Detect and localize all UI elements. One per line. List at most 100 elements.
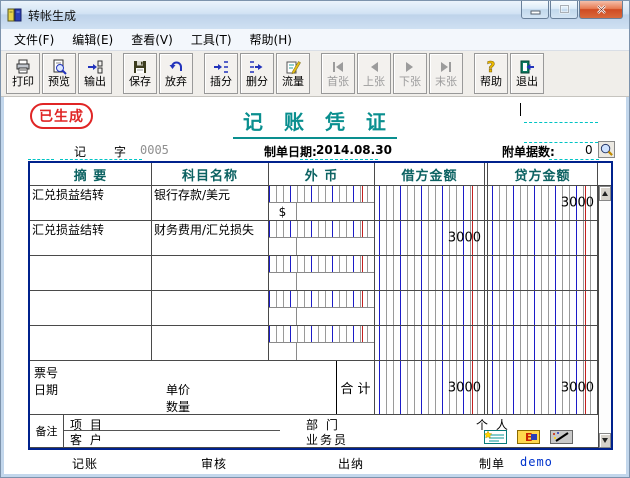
input-field-line[interactable]	[60, 159, 142, 160]
currency-symbol[interactable]	[269, 308, 297, 325]
account-cell[interactable]	[152, 326, 269, 360]
remarks-label: 备注	[30, 415, 64, 447]
exchange-rate-cell[interactable]	[297, 203, 374, 220]
foreign-currency-cell[interactable]: $	[269, 186, 375, 220]
export-label: 输出	[84, 75, 106, 88]
credit-cell[interactable]	[488, 221, 598, 255]
debit-cell[interactable]	[375, 186, 485, 220]
quantity-label: 数量	[166, 398, 190, 415]
voucher-number[interactable]: 0005	[140, 143, 169, 157]
exchange-rate-cell[interactable]	[297, 343, 374, 360]
exit-icon	[519, 59, 535, 75]
insert-split-button[interactable]: 插分	[204, 53, 238, 94]
foreign-currency-cell[interactable]	[269, 256, 375, 290]
input-field-line[interactable]	[300, 159, 378, 160]
export-button[interactable]: 输出	[78, 53, 112, 94]
account-cell[interactable]	[152, 256, 269, 290]
first-voucher-button[interactable]: 首张	[321, 53, 355, 94]
voucher-client-area: 已生成 记 账 凭 证 记 字 0005 制单日期: 2014.08.30 附单…	[4, 97, 626, 474]
fx-amount-grid[interactable]	[269, 186, 374, 203]
exchange-rate-cell[interactable]	[297, 238, 374, 255]
arrow-up-icon	[602, 191, 608, 196]
scroll-down-button[interactable]	[599, 433, 611, 448]
signature-row: 记账 审核 出纳 制单 demo	[4, 455, 626, 471]
voucher-date[interactable]: 2014.08.30	[316, 143, 392, 157]
debit-cell[interactable]	[375, 326, 485, 360]
print-button[interactable]: 打印	[6, 53, 40, 94]
input-field-line[interactable]	[524, 122, 598, 123]
menu-view[interactable]: 查看(V)	[122, 29, 182, 50]
currency-symbol[interactable]	[269, 238, 297, 255]
summary-cell[interactable]	[30, 326, 152, 360]
preview-label: 预览	[48, 75, 70, 88]
total-credit-amount: 3000	[561, 380, 594, 395]
svg-text:?: ?	[487, 59, 496, 75]
preview-button[interactable]: 预览	[42, 53, 76, 94]
menu-edit[interactable]: 编辑(E)	[63, 29, 122, 50]
salesman-label[interactable]: 业务员	[306, 431, 348, 448]
summary-cell[interactable]	[30, 256, 152, 290]
menu-file[interactable]: 文件(F)	[5, 29, 63, 50]
exit-button[interactable]: 退出	[510, 53, 544, 94]
foreign-currency-cell[interactable]	[269, 221, 375, 255]
input-field-line[interactable]	[549, 159, 599, 160]
remarks-row: 备注 项 目 客 户 部 门 业务员 个 人 E	[30, 415, 611, 448]
debit-amount: 3000	[448, 231, 481, 246]
account-cell[interactable]	[152, 291, 269, 325]
flow-label: 流量	[282, 75, 304, 88]
flow-button[interactable]: 流量	[276, 53, 310, 94]
prev-voucher-button[interactable]: 上张	[357, 53, 391, 94]
first-label: 首张	[327, 75, 349, 88]
attachments-count[interactable]: 0	[585, 143, 593, 157]
account-cell[interactable]: 财务费用/汇兑损失	[152, 221, 269, 255]
fx-amount-grid[interactable]	[269, 221, 374, 238]
insert-split-label: 插分	[210, 75, 232, 88]
summary-cell[interactable]	[30, 291, 152, 325]
credit-cell[interactable]	[488, 291, 598, 325]
input-field-line[interactable]	[28, 159, 54, 160]
currency-symbol[interactable]	[269, 343, 297, 360]
credit-cell[interactable]: 3000	[488, 186, 598, 220]
text-caret	[520, 103, 521, 116]
remarks-tool-icons: E	[484, 430, 573, 444]
header-foreign-currency: 外 币	[269, 163, 375, 185]
debit-cell[interactable]: 3000	[375, 221, 485, 255]
help-button[interactable]: ? 帮助	[474, 53, 508, 94]
save-button[interactable]: 保存	[123, 53, 157, 94]
last-voucher-button[interactable]: 末张	[429, 53, 463, 94]
wand-button[interactable]	[550, 430, 573, 444]
fx-amount-grid[interactable]	[269, 256, 374, 273]
maximize-button[interactable]	[550, 1, 578, 19]
fx-amount-grid[interactable]	[269, 291, 374, 308]
currency-symbol[interactable]	[269, 273, 297, 290]
exchange-rate-cell[interactable]	[297, 308, 374, 325]
titlebar[interactable]: 转帐生成	[1, 1, 629, 29]
foreign-currency-cell[interactable]	[269, 291, 375, 325]
attachments-lookup-button[interactable]	[598, 141, 615, 158]
scroll-up-button[interactable]	[599, 186, 611, 201]
summary-cell[interactable]: 汇兑损益结转	[30, 186, 152, 220]
email-button[interactable]: E	[517, 430, 540, 444]
close-button[interactable]	[579, 1, 623, 19]
debit-cell[interactable]	[375, 256, 485, 290]
credit-cell[interactable]	[488, 326, 598, 360]
debit-cell[interactable]	[375, 291, 485, 325]
memo-button[interactable]	[484, 430, 507, 444]
fx-amount-grid[interactable]	[269, 326, 374, 343]
menu-help[interactable]: 帮助(H)	[241, 29, 301, 50]
delete-split-button[interactable]: 删分	[240, 53, 274, 94]
minimize-button[interactable]	[521, 1, 549, 19]
summary-cell[interactable]: 汇兑损益结转	[30, 221, 152, 255]
foreign-currency-cell[interactable]	[269, 326, 375, 360]
totals-row: 票号 日期 单价 数量 合 计 3000 3000	[30, 361, 611, 415]
currency-symbol[interactable]: $	[269, 203, 297, 220]
abandon-button[interactable]: 放弃	[159, 53, 193, 94]
vertical-scrollbar[interactable]	[598, 186, 611, 448]
customer-label[interactable]: 客 户	[70, 431, 104, 448]
account-cell[interactable]: 银行存款/美元	[152, 186, 269, 220]
exchange-rate-cell[interactable]	[297, 273, 374, 290]
next-voucher-button[interactable]: 下张	[393, 53, 427, 94]
print-label: 打印	[12, 75, 34, 88]
credit-cell[interactable]	[488, 256, 598, 290]
menu-tools[interactable]: 工具(T)	[182, 29, 241, 50]
